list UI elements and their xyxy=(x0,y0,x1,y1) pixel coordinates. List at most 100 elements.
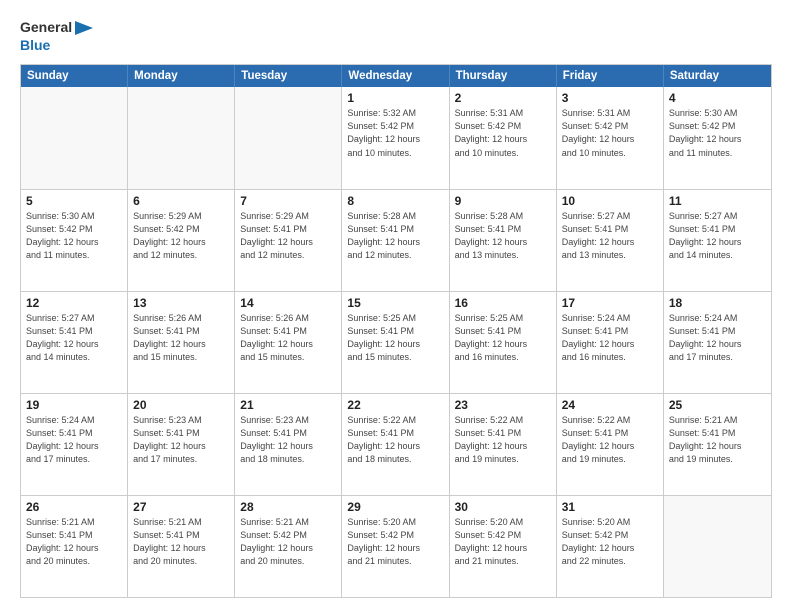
day-info: Sunrise: 5:30 AM Sunset: 5:42 PM Dayligh… xyxy=(26,210,122,262)
day-info: Sunrise: 5:23 AM Sunset: 5:41 PM Dayligh… xyxy=(133,414,229,466)
day-number: 25 xyxy=(669,398,766,412)
day-info: Sunrise: 5:20 AM Sunset: 5:42 PM Dayligh… xyxy=(455,516,551,568)
calendar-row-3: 12 Sunrise: 5:27 AM Sunset: 5:41 PM Dayli… xyxy=(21,292,771,394)
day-number: 16 xyxy=(455,296,551,310)
calendar-row-4: 19Sunrise: 5:24 AM Sunset: 5:41 PM Dayli… xyxy=(21,394,771,496)
day-info: Sunrise: 5:21 AM Sunset: 5:41 PM Dayligh… xyxy=(133,516,229,568)
weekday-header-tuesday: Tuesday xyxy=(235,65,342,87)
day-cell-17: 17Sunrise: 5:24 AM Sunset: 5:41 PM Dayli… xyxy=(557,292,664,393)
day-number: 22 xyxy=(347,398,443,412)
day-info: Sunrise: 5:31 AM Sunset: 5:42 PM Dayligh… xyxy=(562,107,658,159)
calendar-body: 1Sunrise: 5:32 AM Sunset: 5:42 PM Daylig… xyxy=(21,87,771,597)
day-info: Sunrise: 5:20 AM Sunset: 5:42 PM Dayligh… xyxy=(347,516,443,568)
day-cell-25: 25 Sunrise: 5:21 AM Sunset: 5:41 PM Dayli… xyxy=(664,394,771,495)
day-cell-21: 21Sunrise: 5:23 AM Sunset: 5:41 PM Dayli… xyxy=(235,394,342,495)
day-number: 8 xyxy=(347,194,443,208)
day-info: Sunrise: 5:22 AM Sunset: 5:41 PM Dayligh… xyxy=(455,414,551,466)
day-number: 23 xyxy=(455,398,551,412)
day-info: Sunrise: 5:28 AM Sunset: 5:41 PM Dayligh… xyxy=(347,210,443,262)
day-cell-1: 1Sunrise: 5:32 AM Sunset: 5:42 PM Daylig… xyxy=(342,87,449,188)
day-cell-5: 5 Sunrise: 5:30 AM Sunset: 5:42 PM Daylig… xyxy=(21,190,128,291)
calendar-header: SundayMondayTuesdayWednesdayThursdayFrid… xyxy=(21,65,771,87)
day-info: Sunrise: 5:30 AM Sunset: 5:42 PM Dayligh… xyxy=(669,107,766,159)
empty-cell-0-0 xyxy=(21,87,128,188)
day-info: Sunrise: 5:24 AM Sunset: 5:41 PM Dayligh… xyxy=(562,312,658,364)
day-number: 13 xyxy=(133,296,229,310)
day-info: Sunrise: 5:32 AM Sunset: 5:42 PM Dayligh… xyxy=(347,107,443,159)
day-info: Sunrise: 5:24 AM Sunset: 5:41 PM Dayligh… xyxy=(26,414,122,466)
day-info: Sunrise: 5:29 AM Sunset: 5:41 PM Dayligh… xyxy=(240,210,336,262)
day-info: Sunrise: 5:21 AM Sunset: 5:42 PM Dayligh… xyxy=(240,516,336,568)
day-cell-16: 16 Sunrise: 5:25 AM Sunset: 5:41 PM Dayli… xyxy=(450,292,557,393)
day-cell-26: 26 Sunrise: 5:21 AM Sunset: 5:41 PM Dayli… xyxy=(21,496,128,597)
day-cell-8: 8 Sunrise: 5:28 AM Sunset: 5:41 PM Daylig… xyxy=(342,190,449,291)
day-number: 2 xyxy=(455,91,551,105)
empty-cell-0-2 xyxy=(235,87,342,188)
calendar: SundayMondayTuesdayWednesdayThursdayFrid… xyxy=(20,64,772,598)
day-info: Sunrise: 5:26 AM Sunset: 5:41 PM Dayligh… xyxy=(240,312,336,364)
weekday-header-wednesday: Wednesday xyxy=(342,65,449,87)
day-cell-10: 10 Sunrise: 5:27 AM Sunset: 5:41 PM Dayli… xyxy=(557,190,664,291)
day-number: 20 xyxy=(133,398,229,412)
day-number: 15 xyxy=(347,296,443,310)
day-number: 28 xyxy=(240,500,336,514)
logo-text: General Blue xyxy=(20,18,93,54)
day-number: 12 xyxy=(26,296,122,310)
day-cell-4: 4 Sunrise: 5:30 AM Sunset: 5:42 PM Daylig… xyxy=(664,87,771,188)
day-info: Sunrise: 5:21 AM Sunset: 5:41 PM Dayligh… xyxy=(669,414,766,466)
day-info: Sunrise: 5:27 AM Sunset: 5:41 PM Dayligh… xyxy=(669,210,766,262)
calendar-row-2: 5 Sunrise: 5:30 AM Sunset: 5:42 PM Daylig… xyxy=(21,190,771,292)
day-number: 10 xyxy=(562,194,658,208)
day-cell-20: 20 Sunrise: 5:23 AM Sunset: 5:41 PM Dayli… xyxy=(128,394,235,495)
day-cell-14: 14 Sunrise: 5:26 AM Sunset: 5:41 PM Dayli… xyxy=(235,292,342,393)
empty-cell-0-1 xyxy=(128,87,235,188)
day-number: 29 xyxy=(347,500,443,514)
day-cell-3: 3 Sunrise: 5:31 AM Sunset: 5:42 PM Daylig… xyxy=(557,87,664,188)
weekday-header-saturday: Saturday xyxy=(664,65,771,87)
day-info: Sunrise: 5:27 AM Sunset: 5:41 PM Dayligh… xyxy=(562,210,658,262)
calendar-row-5: 26 Sunrise: 5:21 AM Sunset: 5:41 PM Dayli… xyxy=(21,496,771,597)
day-cell-30: 30 Sunrise: 5:20 AM Sunset: 5:42 PM Dayli… xyxy=(450,496,557,597)
day-number: 30 xyxy=(455,500,551,514)
day-cell-9: 9 Sunrise: 5:28 AM Sunset: 5:41 PM Daylig… xyxy=(450,190,557,291)
day-info: Sunrise: 5:27 AM Sunset: 5:41 PM Dayligh… xyxy=(26,312,122,364)
day-number: 3 xyxy=(562,91,658,105)
day-number: 9 xyxy=(455,194,551,208)
day-info: Sunrise: 5:23 AM Sunset: 5:41 PM Dayligh… xyxy=(240,414,336,466)
weekday-header-thursday: Thursday xyxy=(450,65,557,87)
day-cell-12: 12 Sunrise: 5:27 AM Sunset: 5:41 PM Dayli… xyxy=(21,292,128,393)
day-info: Sunrise: 5:26 AM Sunset: 5:41 PM Dayligh… xyxy=(133,312,229,364)
day-cell-22: 22Sunrise: 5:22 AM Sunset: 5:41 PM Dayli… xyxy=(342,394,449,495)
day-cell-19: 19Sunrise: 5:24 AM Sunset: 5:41 PM Dayli… xyxy=(21,394,128,495)
day-number: 24 xyxy=(562,398,658,412)
day-info: Sunrise: 5:25 AM Sunset: 5:41 PM Dayligh… xyxy=(455,312,551,364)
day-cell-24: 24 Sunrise: 5:22 AM Sunset: 5:41 PM Dayli… xyxy=(557,394,664,495)
day-number: 14 xyxy=(240,296,336,310)
day-cell-23: 23 Sunrise: 5:22 AM Sunset: 5:41 PM Dayli… xyxy=(450,394,557,495)
day-number: 11 xyxy=(669,194,766,208)
day-info: Sunrise: 5:21 AM Sunset: 5:41 PM Dayligh… xyxy=(26,516,122,568)
day-number: 26 xyxy=(26,500,122,514)
day-info: Sunrise: 5:31 AM Sunset: 5:42 PM Dayligh… xyxy=(455,107,551,159)
empty-cell-4-6 xyxy=(664,496,771,597)
weekday-header-monday: Monday xyxy=(128,65,235,87)
day-number: 5 xyxy=(26,194,122,208)
page: General Blue SundayMondayTuesdayWednesda… xyxy=(0,0,792,612)
day-number: 6 xyxy=(133,194,229,208)
day-cell-7: 7 Sunrise: 5:29 AM Sunset: 5:41 PM Daylig… xyxy=(235,190,342,291)
calendar-row-1: 1Sunrise: 5:32 AM Sunset: 5:42 PM Daylig… xyxy=(21,87,771,189)
day-number: 18 xyxy=(669,296,766,310)
weekday-header-friday: Friday xyxy=(557,65,664,87)
day-cell-15: 15Sunrise: 5:25 AM Sunset: 5:41 PM Dayli… xyxy=(342,292,449,393)
day-number: 7 xyxy=(240,194,336,208)
day-number: 4 xyxy=(669,91,766,105)
day-cell-11: 11 Sunrise: 5:27 AM Sunset: 5:41 PM Dayli… xyxy=(664,190,771,291)
day-info: Sunrise: 5:28 AM Sunset: 5:41 PM Dayligh… xyxy=(455,210,551,262)
day-cell-6: 6Sunrise: 5:29 AM Sunset: 5:42 PM Daylig… xyxy=(128,190,235,291)
day-number: 27 xyxy=(133,500,229,514)
logo: General Blue xyxy=(20,18,93,54)
weekday-header-sunday: Sunday xyxy=(21,65,128,87)
day-info: Sunrise: 5:22 AM Sunset: 5:41 PM Dayligh… xyxy=(562,414,658,466)
day-number: 31 xyxy=(562,500,658,514)
day-info: Sunrise: 5:20 AM Sunset: 5:42 PM Dayligh… xyxy=(562,516,658,568)
